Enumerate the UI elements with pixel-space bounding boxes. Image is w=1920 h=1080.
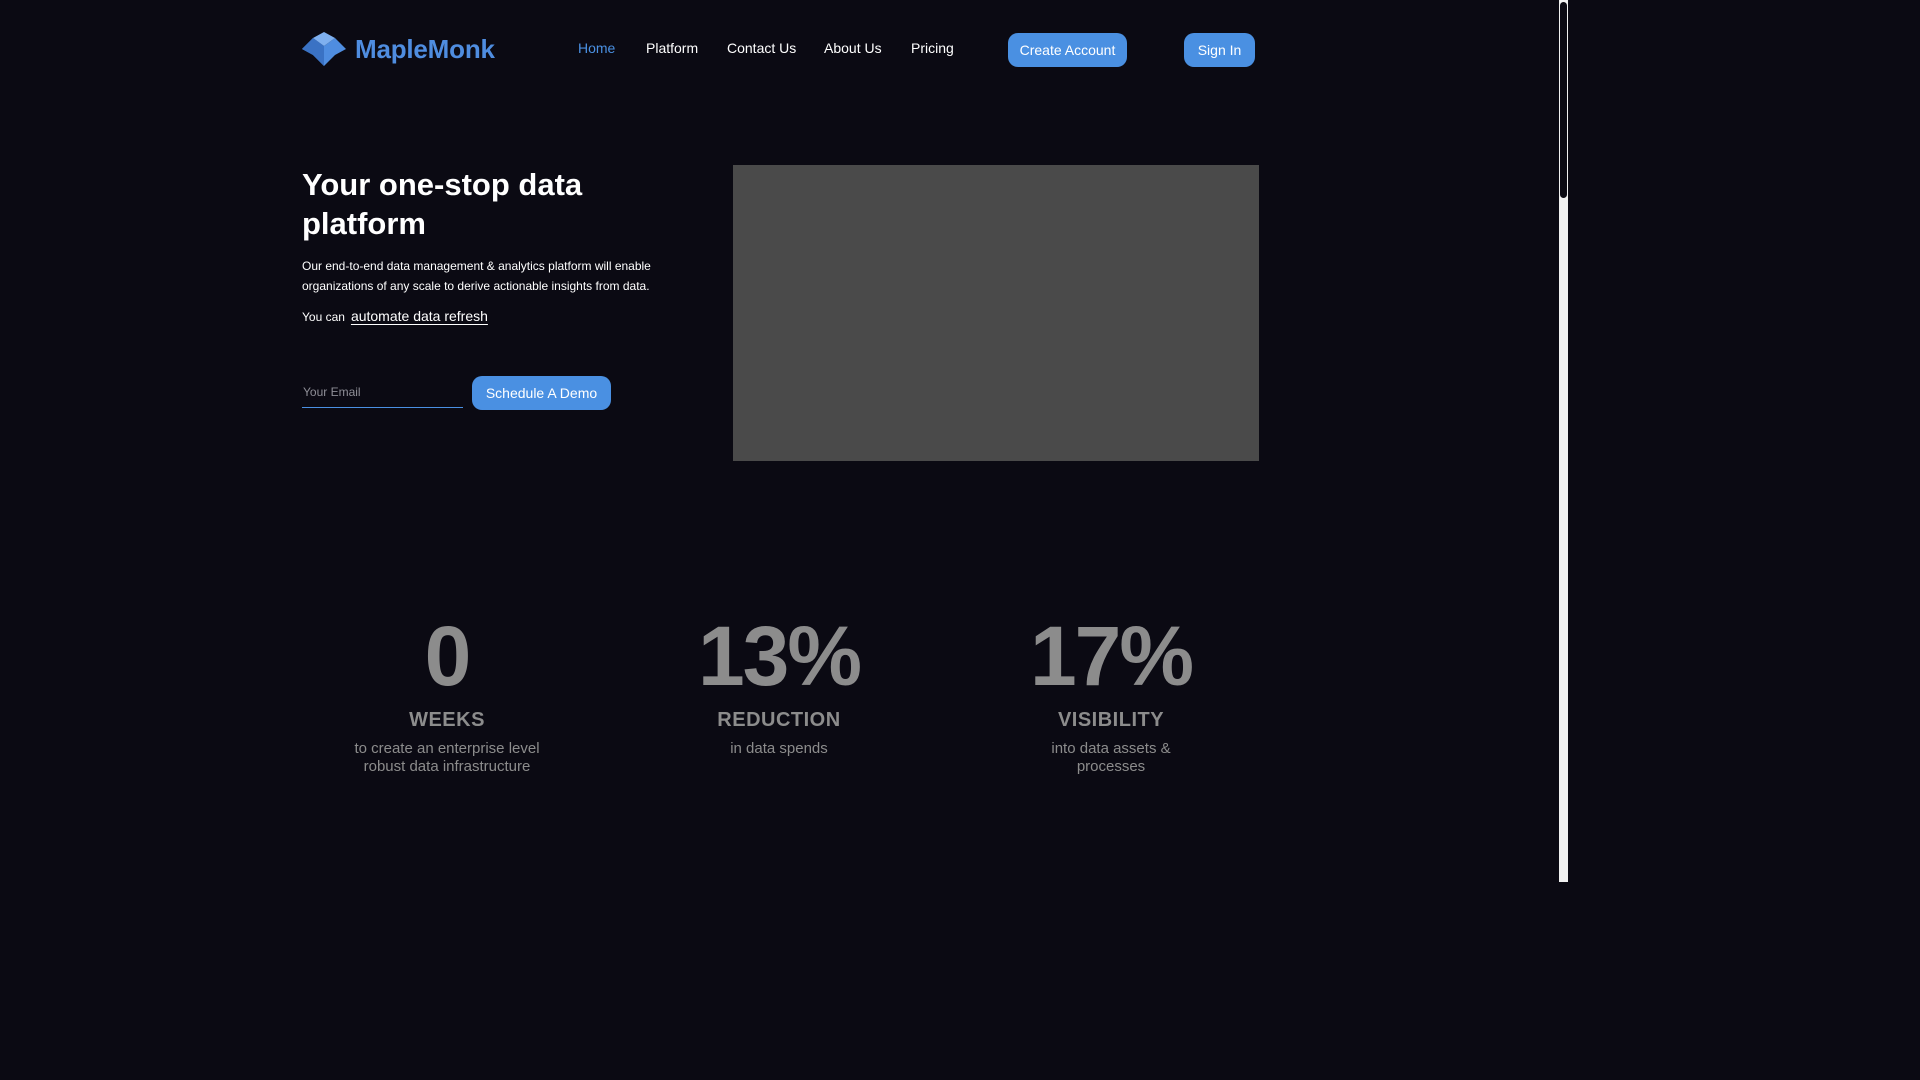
stat-value: 13% (697, 609, 862, 703)
stat-weeks: 0 WEEKS to create an enterprise level ro… (317, 608, 577, 776)
hero-video-placeholder (733, 165, 1259, 461)
sign-in-button[interactable]: Sign In (1184, 33, 1255, 67)
nav-platform[interactable]: Platform (646, 40, 698, 56)
page-scrollbar[interactable] (1559, 0, 1568, 882)
brand-name: MapleMonk (355, 33, 495, 64)
nav-about-us[interactable]: About Us (824, 40, 882, 56)
create-account-button[interactable]: Create Account (1008, 33, 1127, 67)
nav-home[interactable]: Home (578, 40, 615, 56)
landing-page: MapleMonk Home Platform Contact Us About… (0, 0, 1568, 882)
hero-description: Our end-to-end data management & analyti… (302, 259, 651, 293)
schedule-demo-button[interactable]: Schedule A Demo (472, 376, 611, 410)
scrollbar-thumb[interactable] (1560, 2, 1567, 198)
stat-visibility: 17% VISIBILITY into data assets & proces… (981, 608, 1241, 776)
tagline-rotating-text: automate data refresh (350, 308, 488, 324)
email-input[interactable] (302, 377, 463, 408)
stat-description: to create an enterprise level robust dat… (354, 740, 540, 775)
nav-pricing[interactable]: Pricing (911, 40, 954, 56)
tagline-prefix: You can (302, 310, 345, 324)
stat-label: REDUCTION (717, 709, 841, 731)
stat-description: in data spends (730, 740, 828, 757)
hero-tagline: You can automate data refresh (302, 308, 488, 324)
maple-logo-icon (302, 32, 346, 66)
stat-label: WEEKS (409, 709, 485, 731)
stat-description: into data assets & processes (1051, 740, 1171, 775)
stat-value: 17% (1029, 609, 1194, 703)
stat-value: 0 (424, 609, 472, 703)
nav-contact-us[interactable]: Contact Us (727, 40, 796, 56)
stat-label: VISIBILITY (1057, 709, 1165, 731)
stat-reduction: 13% REDUCTION in data spends (649, 608, 909, 758)
brand-logo[interactable]: MapleMonk (302, 32, 495, 66)
hero-title: Your one-stop data platform (302, 167, 583, 241)
